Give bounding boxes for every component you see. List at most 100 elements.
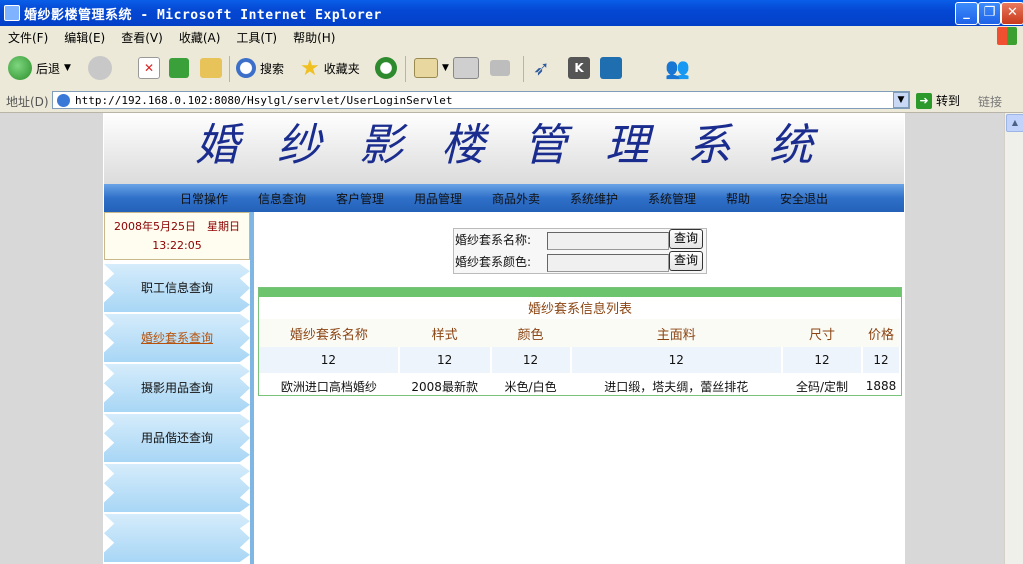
menu-edit[interactable]: 编辑(E)	[56, 26, 113, 46]
results-table: 婚纱套系名称 样式 颜色 主面料 尺寸 价格 12 12 12 12 12 12…	[259, 319, 902, 399]
print-icon	[453, 57, 479, 79]
address-url: http://192.168.0.102:8080/Hsylgl/servlet…	[75, 94, 453, 107]
people-icon: 👥	[665, 56, 690, 80]
toolbar-separator	[523, 56, 524, 82]
address-label: 地址(D)	[6, 95, 49, 109]
back-label: 后退	[36, 61, 61, 76]
address-input[interactable]: http://192.168.0.102:8080/Hsylgl/servlet…	[52, 91, 910, 109]
edit-icon	[490, 60, 510, 76]
toolbar: 后退 ▼ ✕ 搜索 ★ 收藏夹 ▼ ➶ K 👥	[0, 48, 1023, 91]
plugin-icon	[600, 57, 622, 79]
query-color-button[interactable]: 查询	[669, 251, 703, 271]
nav-info-query[interactable]: 信息查询	[258, 190, 306, 207]
menu-bar: 文件(F) 编辑(E) 查看(V) 收藏(A) 工具(T) 帮助(H)	[0, 26, 1023, 49]
table-cell: 欧洲进口高档婚纱	[280, 379, 377, 394]
stop-icon: ✕	[138, 57, 160, 79]
chevron-down-icon[interactable]: ▼	[442, 63, 449, 73]
k-button[interactable]: K	[568, 54, 590, 82]
refresh-button[interactable]	[169, 54, 189, 82]
search-icon	[236, 58, 256, 78]
set-color-label: 婚纱套系颜色:	[455, 255, 532, 269]
menu-help[interactable]: 帮助(H)	[285, 26, 343, 46]
address-dropdown-icon[interactable]: ▼	[893, 92, 909, 108]
menu-tools[interactable]: 工具(T)	[228, 26, 285, 46]
column-header: 样式	[398, 319, 491, 347]
scroll-up-icon[interactable]: ▲	[1006, 114, 1023, 132]
table-cell: 12	[782, 347, 863, 373]
table-header-row: 婚纱套系名称 样式 颜色 主面料 尺寸 价格	[259, 319, 900, 347]
page-title: 婚纱影楼管理系统	[195, 120, 851, 171]
plugin-button[interactable]	[600, 54, 622, 82]
contacts-button[interactable]: 👥	[665, 54, 690, 82]
vertical-scrollbar[interactable]: ▲	[1004, 113, 1023, 564]
search-button[interactable]: 搜索	[236, 54, 284, 82]
nav-supplies-mgmt[interactable]: 用品管理	[414, 190, 462, 207]
time-text: 13:22:05	[152, 239, 202, 252]
home-button[interactable]	[200, 54, 222, 82]
query-name-button[interactable]: 查询	[669, 229, 703, 249]
page-gutter-right	[905, 113, 1004, 564]
menu-view[interactable]: 查看(V)	[113, 26, 171, 46]
nav-system-admin[interactable]: 系统管理	[648, 190, 696, 207]
sidebar-divider	[250, 212, 254, 564]
nav-help[interactable]: 帮助	[726, 190, 750, 207]
sidebar-item-empty	[104, 514, 250, 562]
set-name-input[interactable]	[547, 232, 669, 250]
go-button[interactable]: ➜ 转到	[916, 92, 960, 109]
favorites-label: 收藏夹	[323, 61, 360, 76]
back-button[interactable]: 后退 ▼	[8, 54, 71, 82]
back-arrow-icon	[8, 56, 32, 80]
history-icon	[375, 57, 397, 79]
minimize-button[interactable]: _	[955, 2, 978, 25]
ie-icon	[4, 5, 20, 21]
toolbar-separator	[229, 56, 230, 82]
table-cell: 12	[490, 347, 572, 373]
nav-customer-mgmt[interactable]: 客户管理	[336, 190, 384, 207]
table-cell: 1888	[865, 379, 897, 393]
restore-button[interactable]: ❐	[978, 2, 1001, 25]
messenger-button[interactable]: ➶	[533, 54, 550, 82]
sidebar-item-staff-query[interactable]: 职工信息查询	[104, 264, 250, 312]
table-row[interactable]: 12 12 12 12 12 12	[259, 347, 902, 373]
menu-favorites[interactable]: 收藏(A)	[171, 26, 229, 46]
nav-logout[interactable]: 安全退出	[780, 190, 828, 207]
search-label: 搜索	[260, 61, 285, 76]
bird-icon: ➶	[533, 56, 550, 80]
column-header: 婚纱套系名称	[259, 319, 399, 347]
address-bar: 地址(D) http://192.168.0.102:8080/Hsylgl/s…	[0, 90, 1023, 113]
column-header: 颜色	[490, 319, 571, 347]
nav-goods-takeout[interactable]: 商品外卖	[492, 190, 540, 207]
go-label: 转到	[936, 94, 961, 108]
column-header: 尺寸	[782, 319, 862, 347]
favorites-button[interactable]: ★ 收藏夹	[300, 54, 360, 82]
main-nav: 日常操作 信息查询 客户管理 用品管理 商品外卖 系统维护 系统管理 帮助 安全…	[104, 184, 904, 212]
menu-file[interactable]: 文件(F)	[0, 26, 56, 46]
history-button[interactable]	[375, 54, 397, 82]
table-cell: 12	[259, 347, 400, 373]
table-cell: 2008最新款	[411, 379, 478, 394]
page-gutter-left	[0, 113, 103, 564]
sidebar-item-photo-supplies-query[interactable]: 摄影用品查询	[104, 364, 250, 412]
edit-button[interactable]	[490, 54, 510, 82]
stop-button[interactable]: ✕	[138, 54, 160, 82]
close-button[interactable]: ✕	[1001, 2, 1023, 25]
table-cell: 全码/定制	[796, 379, 849, 394]
column-header: 价格	[861, 319, 900, 347]
print-button[interactable]	[453, 54, 479, 82]
sidebar: 2008年5月25日 星期日 13:22:05 职工信息查询 婚纱套系查询 摄影…	[104, 212, 254, 564]
table-cell: 进口缎，塔夫绸，蕾丝排花	[604, 379, 749, 394]
sidebar-item-wedding-set-query[interactable]: 婚纱套系查询	[104, 314, 250, 362]
table-row[interactable]: 欧洲进口高档婚纱 2008最新款 米色/白色 进口缎，塔夫绸，蕾丝排花 全码/定…	[259, 373, 900, 399]
results-panel: 婚纱套系信息列表 婚纱套系名称 样式 颜色 主面料 尺寸 价格 12 12 12…	[258, 287, 902, 396]
nav-system-maint[interactable]: 系统维护	[570, 190, 618, 207]
sidebar-item-supplies-return-query[interactable]: 用品偕还查询	[104, 414, 250, 462]
set-color-input[interactable]	[547, 254, 669, 272]
chevron-down-icon[interactable]: ▼	[64, 63, 71, 73]
table-cell: 米色/白色	[504, 379, 557, 394]
mail-button[interactable]: ▼	[414, 54, 449, 82]
forward-button[interactable]	[88, 54, 112, 82]
date-time-box: 2008年5月25日 星期日 13:22:05	[104, 212, 250, 260]
links-label[interactable]: 链接	[978, 93, 1002, 110]
windows-logo-icon	[997, 27, 1017, 45]
nav-daily-ops[interactable]: 日常操作	[180, 190, 228, 207]
